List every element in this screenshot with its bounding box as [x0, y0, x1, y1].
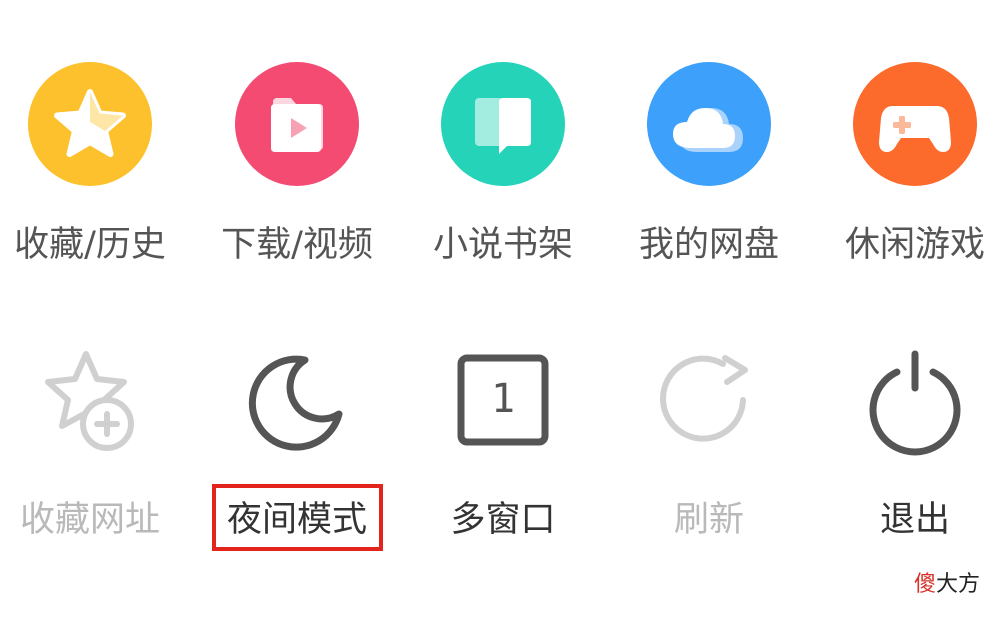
cloud-icon: [647, 62, 771, 186]
exit-label: 退出: [879, 500, 950, 540]
moon-icon: [235, 342, 359, 466]
power-icon: [853, 342, 977, 466]
casual-games-label: 休闲游戏: [844, 225, 985, 265]
exit-button[interactable]: 退出: [815, 330, 1000, 560]
window-count-icon: 1: [441, 342, 565, 466]
novel-bookshelf-button[interactable]: 小说书架: [403, 0, 603, 290]
star-icon: [28, 62, 152, 186]
bookmark-page-button[interactable]: 收藏网址: [0, 330, 190, 560]
refresh-icon: [647, 342, 771, 466]
multi-window-button[interactable]: 1 多窗口: [403, 330, 603, 560]
refresh-label: 刷新: [673, 500, 744, 540]
favorites-history-button[interactable]: 收藏/历史: [0, 0, 190, 290]
window-count: 1: [490, 376, 516, 422]
cloud-drive-label: 我的网盘: [638, 225, 779, 265]
watermark-first-char: 傻: [913, 572, 936, 597]
browser-menu-panel: 收藏/历史 下载/视频 小说书架 我的网盘 休闲游戏 收藏网址 夜间模式 1 多…: [0, 0, 1000, 625]
downloads-video-button[interactable]: 下载/视频: [197, 0, 397, 290]
star-plus-icon: [28, 342, 152, 466]
cloud-drive-button[interactable]: 我的网盘: [609, 0, 809, 290]
watermark-rest: 大方: [935, 572, 980, 597]
gamepad-icon: [853, 62, 977, 186]
novel-bookshelf-label: 小说书架: [432, 225, 573, 265]
bookmark-page-label: 收藏网址: [19, 500, 160, 540]
watermark: 傻大方: [914, 570, 980, 600]
refresh-button[interactable]: 刷新: [609, 330, 809, 560]
favorites-history-label: 收藏/历史: [14, 225, 166, 265]
multi-window-label: 多窗口: [450, 500, 556, 540]
downloads-video-label: 下载/视频: [221, 225, 373, 265]
video-folder-icon: [235, 62, 359, 186]
casual-games-button[interactable]: 休闲游戏: [815, 0, 1000, 290]
book-icon: [441, 62, 565, 186]
highlight-box: [212, 484, 383, 551]
